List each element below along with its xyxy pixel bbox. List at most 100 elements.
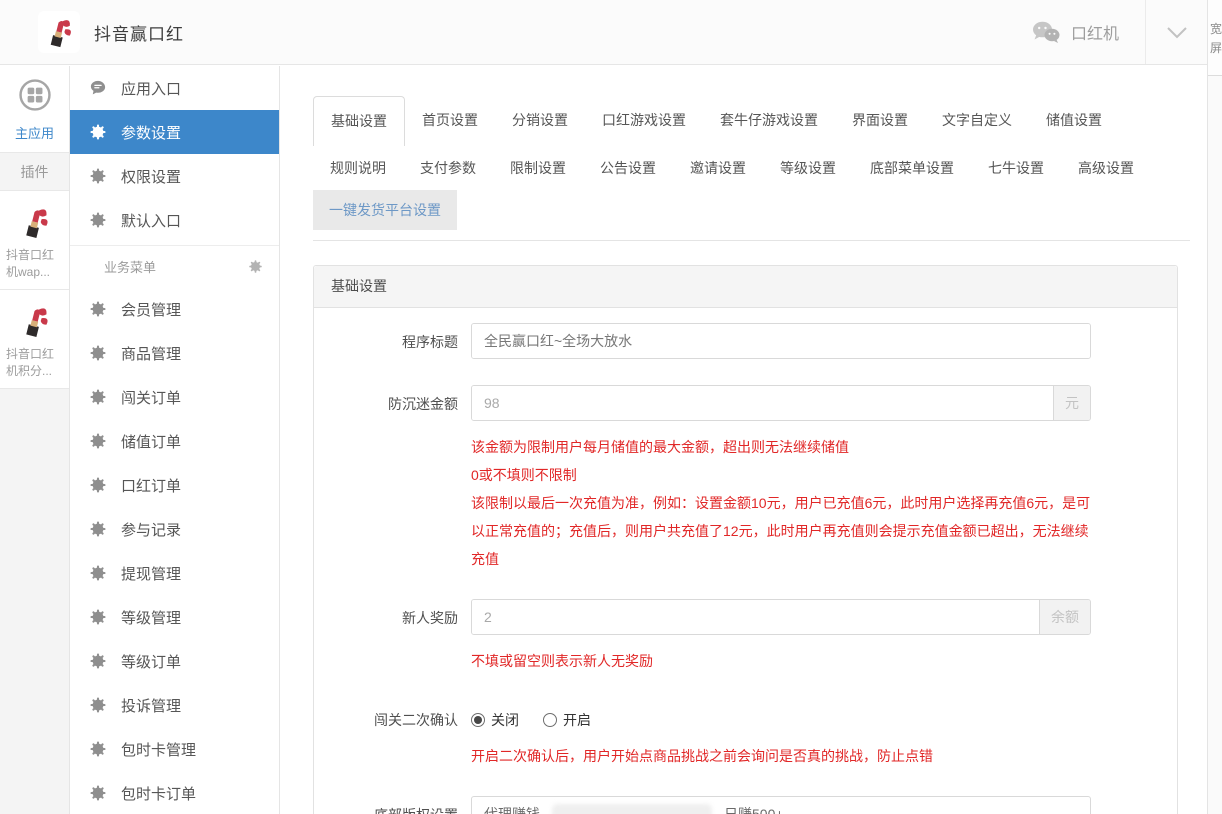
gear-icon xyxy=(89,564,107,582)
footer-copyright-input[interactable]: 代理赚钱 日赚500+ xyxy=(471,796,1091,814)
redacted-blur xyxy=(552,804,712,814)
sidebar-item-label: 储值订单 xyxy=(121,433,182,451)
sidebar-item[interactable]: 储值订单 xyxy=(70,419,279,463)
sidebar-item-label: 投诉管理 xyxy=(121,697,182,715)
sidebar-item[interactable]: 会员管理 xyxy=(70,287,279,331)
basic-settings-panel: 基础设置 程序标题防沉迷金额元该金额为限制用户每月储值的最大金额，超出则无法继续… xyxy=(313,265,1178,814)
gear-icon xyxy=(89,476,107,494)
gear-icon xyxy=(89,300,107,318)
radio-unchecked-icon[interactable] xyxy=(543,713,557,727)
tab-item[interactable]: 储值设置 xyxy=(1029,96,1119,146)
tab-item[interactable]: 文字自定义 xyxy=(925,96,1029,146)
challenge-confirm-control: 关闭 开启开启二次确认后，用户开始点商品挑战之前会询问是否真的挑战，防止点错 xyxy=(471,701,1091,770)
tab-item[interactable]: 底部菜单设置 xyxy=(853,158,971,178)
anti-addiction-amount-input[interactable] xyxy=(472,386,1053,420)
sidebar-item[interactable]: 应用入口 xyxy=(70,66,279,110)
program-title-input-group xyxy=(471,323,1091,359)
anti-addiction-amount-addon: 元 xyxy=(1053,386,1090,420)
gear-icon xyxy=(89,520,107,538)
challenge-confirm-label: 闯关二次确认 xyxy=(374,712,458,728)
app-rail: 主应用 插件 抖音口红机wap... 抖音口红机积分... xyxy=(0,66,70,814)
rail-item-main-app[interactable]: 主应用 xyxy=(0,66,69,153)
header-dropdown-button[interactable] xyxy=(1145,0,1207,64)
sidebar-item[interactable]: 包时卡管理 xyxy=(70,727,279,771)
sidebar-item[interactable]: 参与记录 xyxy=(70,507,279,551)
newcomer-reward-input-group: 余额 xyxy=(471,599,1091,635)
gear-icon[interactable] xyxy=(248,259,263,274)
sidebar-item[interactable]: 口红订单 xyxy=(70,463,279,507)
form-field-program-title: 程序标题 xyxy=(314,323,1177,359)
challenge-confirm-radio-option[interactable]: 开启 xyxy=(543,710,591,730)
account-switcher[interactable]: 口红机 xyxy=(1005,0,1145,64)
tab-item[interactable]: 规则说明 xyxy=(313,158,403,178)
lipstick-plugin-icon xyxy=(12,200,57,244)
plugin-item[interactable]: 抖音口红机积分... xyxy=(0,290,69,389)
tab-item-pill[interactable]: 一键发货平台设置 xyxy=(313,190,457,230)
app-grid-icon xyxy=(18,78,52,112)
tab-item[interactable]: 公告设置 xyxy=(583,158,673,178)
sidebar-item[interactable]: 默认入口 xyxy=(70,198,279,242)
tab-item[interactable]: 邀请设置 xyxy=(673,158,763,178)
program-title-control xyxy=(471,323,1091,359)
sidebar-item-label: 等级管理 xyxy=(121,609,182,627)
tab-item[interactable]: 口红游戏设置 xyxy=(585,96,703,146)
business-menu-label: 业务菜单 xyxy=(104,260,157,275)
radio-checked-icon[interactable] xyxy=(471,713,485,727)
tab-item[interactable]: 等级设置 xyxy=(763,158,853,178)
sidebar-item-label: 包时卡管理 xyxy=(121,741,197,759)
sidebar-item[interactable]: 闯关订单 xyxy=(70,375,279,419)
program-title-input[interactable] xyxy=(472,324,1090,358)
sidebar-item[interactable]: 投诉管理 xyxy=(70,683,279,727)
help-line: 不填或留空则表示新人无奖励 xyxy=(471,653,653,669)
gear-icon xyxy=(89,167,107,185)
sidebar-item-label: 商品管理 xyxy=(121,345,182,363)
gear-icon xyxy=(89,784,107,802)
settings-form: 程序标题防沉迷金额 元该金额为限制用户每月储值的最大金额，超出则无法继续储值 0或不… xyxy=(314,323,1177,814)
sidebar-item[interactable]: 权限设置 xyxy=(70,154,279,198)
help-line: 该金额为限制用户每月储值的最大金额，超出则无法继续储值 xyxy=(471,439,849,455)
help-line: 0或不填则不限制 xyxy=(471,467,577,483)
tab-item[interactable]: 基础设置 xyxy=(313,96,405,146)
tab-item[interactable]: 限制设置 xyxy=(493,158,583,178)
plugin-item[interactable]: 抖音口红机wap... xyxy=(0,191,69,290)
plugins-section-label: 插件 xyxy=(0,153,69,191)
plugin-label: 抖音口红机积分... xyxy=(6,347,55,378)
sidebar-item-label: 包时卡订单 xyxy=(121,785,197,803)
radio-option-label: 关闭 xyxy=(491,712,519,728)
sidebar: 应用入口 参数设置 权限设置 默认入口 业务菜单 会员管理 商品管理 闯关订单 … xyxy=(70,66,280,814)
program-title-label: 程序标题 xyxy=(402,334,458,350)
footer-copyright-control: 代理赚钱日赚500+显示在首页和我的页面 xyxy=(471,796,1091,814)
tab-item[interactable]: 界面设置 xyxy=(835,96,925,146)
sidebar-item-label: 口红订单 xyxy=(121,477,182,495)
form-field-newcomer-reward: 新人奖励余额不填或留空则表示新人无奖励 xyxy=(314,599,1177,675)
sidebar-item[interactable]: 等级订单 xyxy=(70,639,279,683)
account-label: 口红机 xyxy=(1070,26,1119,43)
tab-item[interactable]: 高级设置 xyxy=(1061,158,1151,178)
gear-icon xyxy=(89,740,107,758)
gear-icon xyxy=(89,123,107,141)
newcomer-reward-control: 余额不填或留空则表示新人无奖励 xyxy=(471,599,1091,675)
tab-item[interactable]: 套牛仔游戏设置 xyxy=(703,96,835,146)
footer-copyright-value-suffix: 日赚500+ xyxy=(724,806,784,814)
sidebar-item[interactable]: 等级管理 xyxy=(70,595,279,639)
widescreen-toggle[interactable]: 宽屏 xyxy=(1208,0,1222,76)
tab-item[interactable]: 支付参数 xyxy=(403,158,493,178)
gear-icon xyxy=(89,211,107,229)
help-line: 开启二次确认后，用户开始点商品挑战之前会询问是否真的挑战，防止点错 xyxy=(471,748,933,764)
sidebar-item[interactable]: 提现管理 xyxy=(70,551,279,595)
tab-item[interactable]: 分销设置 xyxy=(495,96,585,146)
sidebar-item-label: 参数设置 xyxy=(121,124,182,142)
sidebar-item-label: 提现管理 xyxy=(121,565,182,583)
tabs-row-1: 基础设置 首页设置 分销设置 口红游戏设置 套牛仔游戏设置 界面设置 文字自定义 储值设置 xyxy=(313,96,1207,146)
challenge-confirm-radio-option[interactable]: 关闭 xyxy=(471,710,519,730)
sidebar-item[interactable]: 参数设置 xyxy=(70,110,279,154)
anti-addiction-amount-help-text: 该金额为限制用户每月储值的最大金额，超出则无法继续储值 0或不填则不限制 该限制以最… xyxy=(471,433,1091,573)
sidebar-item[interactable]: 商品管理 xyxy=(70,331,279,375)
tab-item[interactable]: 首页设置 xyxy=(405,96,495,146)
tabs-row-3: 一键发货平台设置 xyxy=(313,190,1207,230)
sidebar-item[interactable]: 包时卡订单 xyxy=(70,771,279,814)
sidebar-item-label: 闯关订单 xyxy=(121,389,182,407)
gear-icon xyxy=(89,608,107,626)
newcomer-reward-input[interactable] xyxy=(472,600,1039,634)
tab-item[interactable]: 七牛设置 xyxy=(971,158,1061,178)
